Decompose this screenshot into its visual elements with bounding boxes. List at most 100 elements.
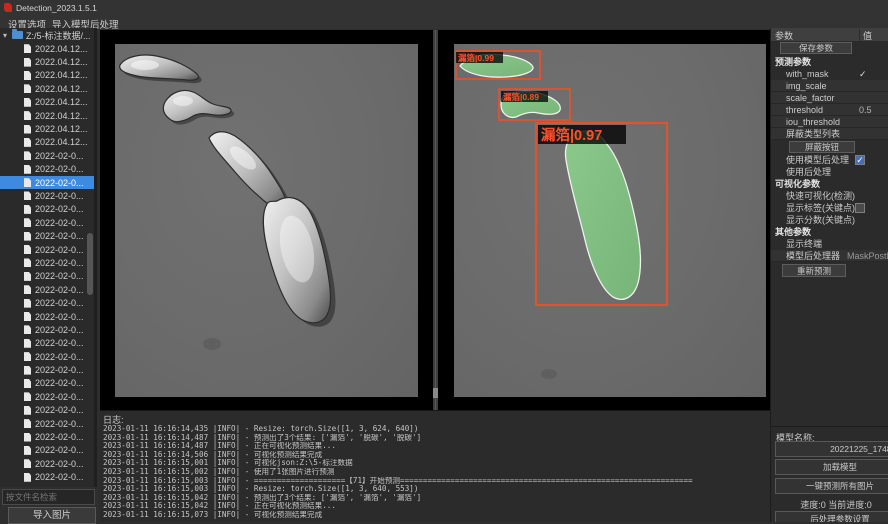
chevron-down-icon[interactable]: ▾ xyxy=(3,31,12,40)
tree-item[interactable]: 2022-02-0... xyxy=(0,390,94,403)
tree-item[interactable]: 2022.04.12... xyxy=(0,82,94,95)
log-area[interactable]: 日志: 2023-01-11 16:16:14,435 |INFO| - Res… xyxy=(100,410,770,522)
file-icon xyxy=(24,258,31,267)
file-icon xyxy=(24,111,31,120)
file-icon xyxy=(24,245,31,254)
tree-item[interactable]: 2022.04.12... xyxy=(0,109,94,122)
tree-item[interactable]: 2022.04.12... xyxy=(0,42,94,55)
tree-item[interactable]: 2022-02-0... xyxy=(0,203,94,216)
tree-item-label: 2022-02-0... xyxy=(35,204,84,214)
folder-icon xyxy=(12,31,23,39)
section-predict-params: 预测参数 xyxy=(771,56,888,68)
tree-item-label: 2022-02-0... xyxy=(35,459,84,469)
param-row-threshold[interactable]: threshold 0.5 xyxy=(771,104,888,116)
tree-item[interactable]: 2022-02-0... xyxy=(0,270,94,283)
tree-item-label: 2022.04.12... xyxy=(35,137,88,147)
repredict-button[interactable]: 重新预测 xyxy=(782,264,846,277)
tree-item[interactable]: 2022-02-0... xyxy=(0,149,94,162)
tree-item[interactable]: 2022-02-0... xyxy=(0,350,94,363)
viewport-prediction[interactable]: 漏箔|0.99 漏箔|0.89 漏箔|0.97 xyxy=(438,30,770,410)
import-image-button[interactable]: 导入图片 xyxy=(8,507,96,524)
file-icon xyxy=(24,84,31,93)
tree-item[interactable]: 2022-02-0... xyxy=(0,363,94,376)
tree-item[interactable]: 2022-02-0... xyxy=(0,243,94,256)
tree-root-folder[interactable]: ▾ Z:/5-标注数据/... xyxy=(0,28,94,42)
param-row-fast-visual[interactable]: 快速可视化(检测) xyxy=(771,190,888,202)
file-icon xyxy=(24,165,31,174)
titlebar: Detection_2023.1.5.1 xyxy=(0,0,888,15)
postprocess-settings-button[interactable]: 后处理参数设置 xyxy=(775,511,888,522)
log-line: 2023-01-11 16:16:15,003 |INFO| - =======… xyxy=(103,477,767,486)
tree-item[interactable]: 2022-02-0... xyxy=(0,256,94,269)
tree-item[interactable]: 2022-02-0... xyxy=(0,417,94,430)
tree-item[interactable]: 2022-02-0... xyxy=(0,163,94,176)
file-icon xyxy=(24,232,31,241)
checkbox-checked-icon[interactable]: ✓ xyxy=(855,155,865,165)
log-lines: 2023-01-11 16:16:14,435 |INFO| - Resize:… xyxy=(103,425,767,520)
param-row-show-score[interactable]: 显示分数(关键点) xyxy=(771,214,888,226)
tree-item-label: 2022-02-0... xyxy=(35,419,84,429)
log-line: 2023-01-11 16:16:15,003 |INFO| - Resize:… xyxy=(103,485,767,494)
tree-item[interactable]: 2022-02-0... xyxy=(0,430,94,443)
detection-label: 漏箔|0.97 xyxy=(541,126,602,144)
predict-all-button[interactable]: 一键预测所有图片 xyxy=(775,478,888,494)
param-row-with-mask[interactable]: with_mask ✓ xyxy=(771,68,888,80)
menubar: 设置选项 导入模型后处理 xyxy=(0,15,888,29)
param-row-iou-threshold[interactable]: iou_threshold xyxy=(771,116,888,128)
params-table-header: 参数 值 xyxy=(771,28,888,41)
file-icon xyxy=(24,312,31,321)
tree-item[interactable]: 2022-02-0... xyxy=(0,337,94,350)
tree-scrollbar-thumb[interactable] xyxy=(87,233,93,295)
load-model-button[interactable]: 加载模型 xyxy=(775,459,888,475)
tree-item[interactable]: 2022-02-0... xyxy=(0,189,94,202)
tree-item[interactable]: 2022-02-0... xyxy=(0,471,94,484)
tree-item[interactable]: 2022-02-0... xyxy=(0,310,94,323)
param-row-show-label[interactable]: 显示标签(关键点) xyxy=(771,202,888,214)
tree-item[interactable]: 2022-02-0... xyxy=(0,404,94,417)
param-row-use-model-post[interactable]: 使用模型后处理 ✓ xyxy=(771,154,888,166)
log-line: 2023-01-11 16:16:15,002 |INFO| - 使用了1张图片… xyxy=(103,468,767,477)
tree-item[interactable]: 2022.04.12... xyxy=(0,96,94,109)
file-icon xyxy=(24,459,31,468)
app-window: Detection_2023.1.5.1 设置选项 导入模型后处理 ▾ Z:/5… xyxy=(0,0,888,522)
checkbox-unchecked-icon[interactable] xyxy=(855,203,865,213)
tree-item[interactable]: 2022-02-0... xyxy=(0,296,94,309)
tree-item[interactable]: 2022-02-0... xyxy=(0,457,94,470)
tree-item[interactable]: 2022-02-0... xyxy=(0,323,94,336)
file-icon xyxy=(24,299,31,308)
tree-item[interactable]: 2022-02-0... xyxy=(0,229,94,242)
file-icon xyxy=(24,379,31,388)
check-icon[interactable]: ✓ xyxy=(859,68,867,80)
param-row-use-post[interactable]: 使用后处理 xyxy=(771,166,888,178)
model-post-value[interactable]: MaskPostPro xyxy=(847,250,888,262)
log-line: 2023-01-11 16:16:15,001 |INFO| - 可视化json… xyxy=(103,459,767,468)
file-icon xyxy=(24,98,31,107)
detection-label: 漏箔|0.89 xyxy=(503,92,539,102)
mask-button[interactable]: 屏蔽按钮 xyxy=(789,141,855,153)
search-input[interactable] xyxy=(2,489,95,505)
param-row-mask-type-list[interactable]: 屏蔽类型列表 xyxy=(771,128,888,140)
file-icon xyxy=(24,406,31,415)
tree-item[interactable]: 2022-02-0... xyxy=(0,377,94,390)
param-row-model-post[interactable]: 模型后处理器 MaskPostPro xyxy=(771,250,888,262)
param-row-show-terminal[interactable]: 显示终端 xyxy=(771,238,888,250)
tree-item[interactable]: 2022-02-0... xyxy=(0,283,94,296)
tree-item[interactable]: 2022.04.12... xyxy=(0,122,94,135)
viewport-original[interactable] xyxy=(100,30,433,410)
tree-item-label: 2022-02-0... xyxy=(35,271,84,281)
save-params-button[interactable]: 保存参数 xyxy=(780,42,852,54)
param-row-img-scale[interactable]: img_scale xyxy=(771,80,888,92)
file-icon xyxy=(24,285,31,294)
tree-item[interactable]: 2022-02-0... xyxy=(0,444,94,457)
tree-item-label: 2022-02-0... xyxy=(35,191,84,201)
threshold-value[interactable]: 0.5 xyxy=(859,104,872,116)
tree-item[interactable]: 2022.04.12... xyxy=(0,136,94,149)
param-row-scale-factor[interactable]: scale_factor xyxy=(771,92,888,104)
tree-item[interactable]: 2022.04.12... xyxy=(0,55,94,68)
file-icon xyxy=(24,392,31,401)
tree-item[interactable]: 2022-02-0... xyxy=(0,216,94,229)
tree-item[interactable]: 2022-02-0... xyxy=(0,176,94,189)
file-icon xyxy=(24,446,31,455)
model-name-field[interactable]: 20221225_174813 xyxy=(775,441,888,457)
tree-item[interactable]: 2022.04.12... xyxy=(0,69,94,82)
